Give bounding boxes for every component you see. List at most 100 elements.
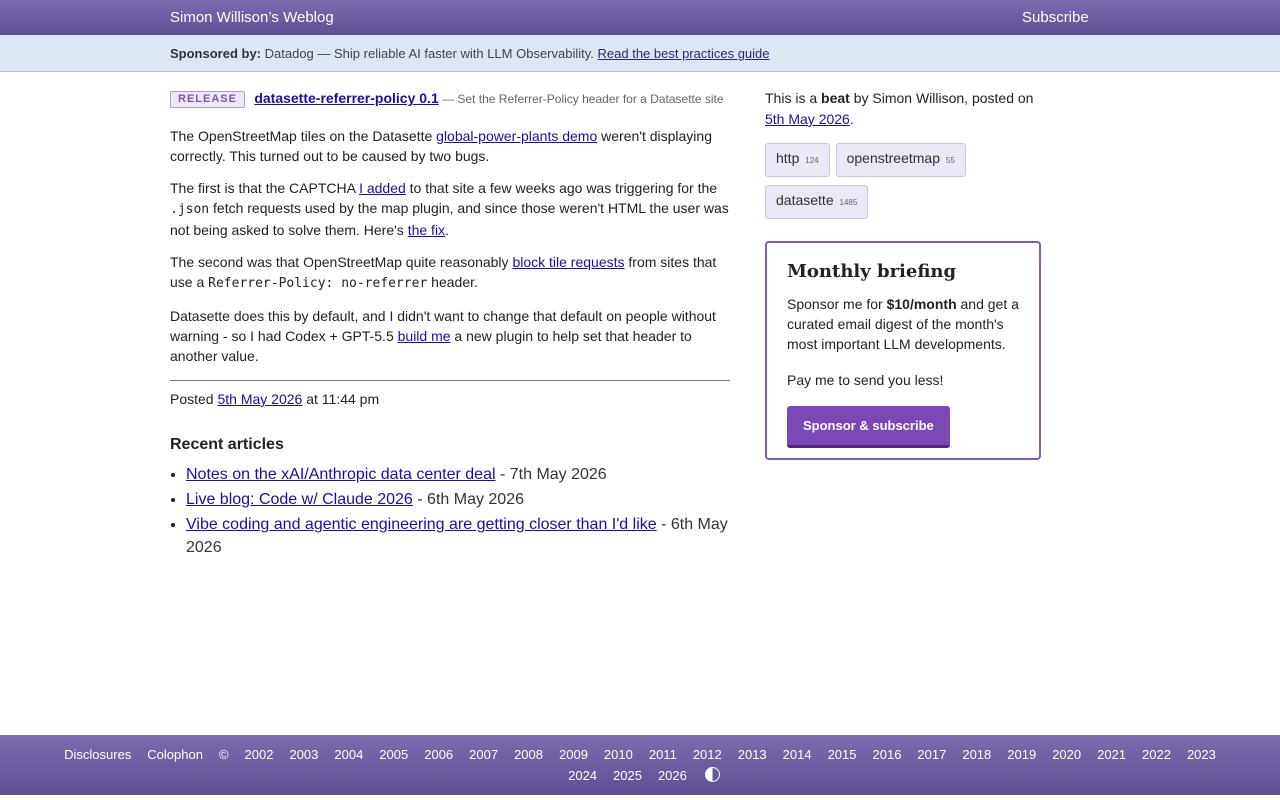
recent-article-link[interactable]: Vibe coding and agentic engineering are … bbox=[186, 516, 657, 533]
sidebar: This is a beat by Simon Willison, posted… bbox=[765, 88, 1045, 460]
posted-label: Posted bbox=[170, 391, 218, 407]
build-me-link[interactable]: build me bbox=[398, 328, 451, 344]
text: header. bbox=[427, 274, 478, 290]
footer-link-2023[interactable]: 2023 bbox=[1187, 747, 1216, 762]
recent-article-link[interactable]: Notes on the xAI/Anthropic data center d… bbox=[186, 466, 496, 483]
text: . bbox=[849, 111, 854, 127]
tag-list: http 124 openstreetmap 55 datasette 1485 bbox=[765, 143, 1045, 227]
footer-link--[interactable]: © bbox=[219, 747, 229, 762]
tag-name: http bbox=[776, 150, 800, 166]
sponsor-label: Sponsored by: bbox=[170, 46, 262, 61]
text: Sponsor me for bbox=[787, 296, 887, 312]
footer: Disclosures Colophon © 2002 2003 2004 2005 2006… bbox=[0, 735, 1280, 795]
text: The OpenStreetMap tiles on the Datasette bbox=[170, 128, 437, 144]
beat-date-link[interactable]: 5th May 2026 bbox=[765, 111, 850, 127]
paragraph-3: The second was that OpenStreetMap quite … bbox=[170, 252, 730, 294]
global-power-plants-link[interactable]: global-power-plants demo bbox=[436, 128, 597, 144]
footer-link-2018[interactable]: 2018 bbox=[962, 747, 991, 762]
tag-http[interactable]: http 124 bbox=[765, 143, 830, 177]
recent-article-link[interactable]: Live blog: Code w/ Claude 2026 bbox=[186, 491, 413, 508]
footer-link-2020[interactable]: 2020 bbox=[1052, 747, 1081, 762]
inline-code: .json bbox=[170, 202, 210, 217]
footer-link-2019[interactable]: 2019 bbox=[1007, 747, 1036, 762]
footer-link-2014[interactable]: 2014 bbox=[783, 747, 812, 762]
text: This is a bbox=[765, 90, 822, 106]
inline-code: Referrer-Policy: no-referrer bbox=[208, 276, 428, 291]
posted-time: at 11:44 pm bbox=[302, 391, 380, 407]
text: The first is that the CAPTCHA bbox=[170, 180, 360, 196]
beat-intro: This is a beat by Simon Willison, posted… bbox=[765, 88, 1045, 130]
list-item: Live blog: Code w/ Claude 2026 - 6th May… bbox=[186, 488, 730, 511]
sponsor-link[interactable]: Read the best practices guide bbox=[598, 46, 770, 61]
beat-label: beat bbox=[821, 90, 850, 106]
footer-link-2010[interactable]: 2010 bbox=[604, 747, 633, 762]
article-date: - 6th May 2026 bbox=[412, 491, 524, 508]
footer-links-row: Disclosures Colophon © 2002 2003 2004 2005 2006… bbox=[0, 747, 1280, 762]
tag-name: datasette bbox=[776, 192, 834, 208]
footer-link-colophon[interactable]: Colophon bbox=[147, 747, 203, 762]
footer-link-2007[interactable]: 2007 bbox=[469, 747, 498, 762]
posted-line: Posted 5th May 2026 at 11:44 pm bbox=[170, 389, 730, 409]
footer-link-2005[interactable]: 2005 bbox=[379, 747, 408, 762]
paragraph-1: The OpenStreetMap tiles on the Datasette… bbox=[170, 126, 730, 166]
sponsor-text: Datadog — Ship reliable AI faster with L… bbox=[264, 46, 594, 61]
tag-openstreetmap[interactable]: openstreetmap 55 bbox=[835, 143, 966, 177]
paragraph-4: Datasette does this by default, and I di… bbox=[170, 306, 730, 366]
divider bbox=[170, 380, 730, 381]
footer-links-row-2: 2024 2025 2026 bbox=[0, 767, 1280, 783]
text: The second was that OpenStreetMap quite … bbox=[170, 254, 513, 270]
footer-link-2026[interactable]: 2026 bbox=[658, 768, 687, 783]
tag-count: 1485 bbox=[839, 198, 858, 207]
subscribe-link[interactable]: Subscribe bbox=[1022, 9, 1089, 26]
tag-count: 55 bbox=[945, 156, 955, 165]
block-tile-requests-link[interactable]: block tile requests bbox=[512, 254, 624, 270]
briefing-text: Sponsor me for $10/month and get a curat… bbox=[787, 294, 1027, 354]
theme-toggle-icon[interactable] bbox=[704, 767, 720, 782]
footer-link-2025[interactable]: 2025 bbox=[613, 768, 642, 783]
release-heading: RELEASE datasette-referrer-policy 0.1 — … bbox=[170, 88, 730, 109]
list-item: Notes on the xAI/Anthropic data center d… bbox=[186, 463, 730, 486]
footer-link-2012[interactable]: 2012 bbox=[693, 747, 722, 762]
footer-link-2011[interactable]: 2011 bbox=[649, 747, 677, 762]
footer-link-2017[interactable]: 2017 bbox=[917, 747, 946, 762]
footer-link-2015[interactable]: 2015 bbox=[828, 747, 857, 762]
footer-link-2024[interactable]: 2024 bbox=[568, 768, 597, 783]
footer-link-2022[interactable]: 2022 bbox=[1142, 747, 1171, 762]
footer-link-2021[interactable]: 2021 bbox=[1097, 747, 1126, 762]
release-title-link[interactable]: datasette-referrer-policy 0.1 bbox=[254, 90, 438, 106]
footer-link-2004[interactable]: 2004 bbox=[334, 747, 363, 762]
release-summary: — Set the Referrer-Policy header for a D… bbox=[442, 92, 724, 106]
text: . bbox=[445, 222, 449, 238]
posted-date-link[interactable]: 5th May 2026 bbox=[217, 391, 302, 407]
footer-link-2013[interactable]: 2013 bbox=[738, 747, 767, 762]
footer-link-2002[interactable]: 2002 bbox=[245, 747, 274, 762]
i-added-link[interactable]: I added bbox=[359, 180, 406, 196]
tag-name: openstreetmap bbox=[846, 150, 941, 166]
top-nav-bar: Simon Willison’s Weblog Subscribe bbox=[0, 0, 1280, 35]
tag-datasette[interactable]: datasette 1485 bbox=[765, 185, 869, 219]
footer-link-2009[interactable]: 2009 bbox=[559, 747, 588, 762]
text: by Simon Willison, posted on bbox=[849, 90, 1034, 106]
the-fix-link[interactable]: the fix bbox=[408, 222, 445, 238]
footer-link-2006[interactable]: 2006 bbox=[424, 747, 453, 762]
briefing-text-2: Pay me to send you less! bbox=[787, 372, 944, 388]
sponsor-subscribe-button[interactable]: Sponsor & subscribe bbox=[787, 406, 950, 448]
briefing-title: Monthly briefing bbox=[787, 261, 957, 282]
site-title-link[interactable]: Simon Willison’s Weblog bbox=[170, 9, 334, 26]
footer-link-2008[interactable]: 2008 bbox=[514, 747, 543, 762]
release-badge: RELEASE bbox=[170, 91, 245, 108]
footer-link-2016[interactable]: 2016 bbox=[873, 747, 902, 762]
footer-link-2003[interactable]: 2003 bbox=[289, 747, 318, 762]
footer-link-disclosures[interactable]: Disclosures bbox=[64, 747, 131, 762]
text: fetch requests used by the map plugin, a… bbox=[170, 200, 729, 238]
paragraph-2: The first is that the CAPTCHA I added to… bbox=[170, 178, 730, 240]
recent-articles-heading: Recent articles bbox=[170, 436, 284, 453]
article-date: - 7th May 2026 bbox=[495, 466, 607, 483]
sponsor-banner: Sponsored by: Datadog — Ship reliable AI… bbox=[0, 35, 1280, 72]
list-item: Vibe coding and agentic engineering are … bbox=[186, 513, 730, 559]
price: $10/month bbox=[886, 296, 957, 312]
text: to that site a few weeks ago was trigger… bbox=[405, 180, 718, 196]
monthly-briefing-box: Monthly briefing Sponsor me for $10/mont… bbox=[765, 241, 1041, 460]
tag-count: 124 bbox=[805, 156, 819, 165]
recent-articles-list: Notes on the xAI/Anthropic data center d… bbox=[170, 463, 730, 559]
